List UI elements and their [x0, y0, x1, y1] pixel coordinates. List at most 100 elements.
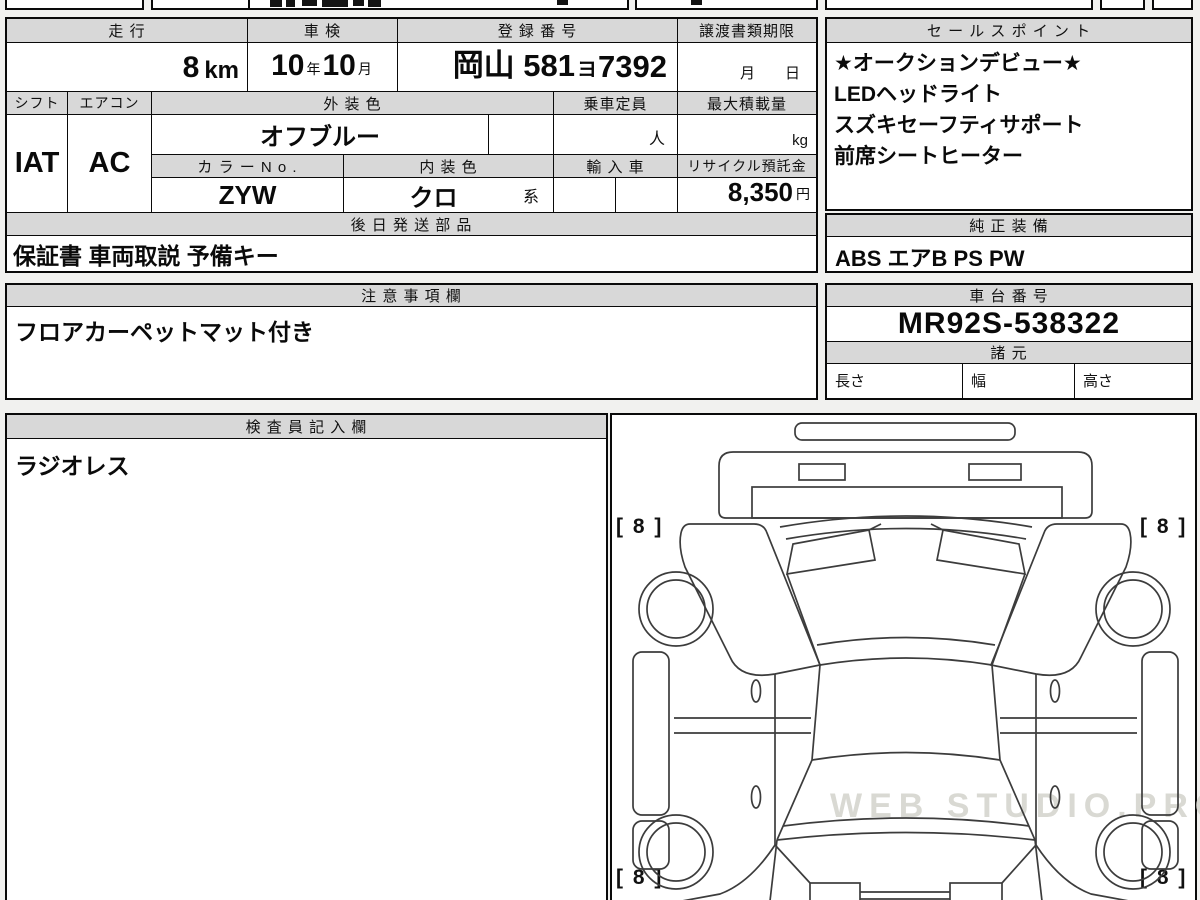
import-label: 輸 入 車 — [586, 158, 645, 176]
inspector-header: 検 査 員 記 入 欄 — [7, 415, 606, 439]
aircon-label: エアコン — [79, 95, 140, 111]
interior-color-label: 内 装 色 — [419, 158, 478, 176]
notes-label: 注 意 事 項 欄 — [361, 288, 462, 305]
interior-color-suffix: 系 — [522, 189, 539, 206]
transfer-deadline-value: 月 日 — [678, 43, 816, 92]
exterior-color-empty-cell — [489, 115, 554, 155]
vehicle-info-table: 走 行 車 検 登 録 番 号 譲渡書類期限 8 km 10 年 10 月 岡山… — [5, 17, 818, 273]
notes-header: 注 意 事 項 欄 — [7, 285, 816, 307]
max-load-label: 最大積載量 — [706, 95, 787, 113]
mileage-header-label: 走 行 — [108, 23, 146, 40]
shift-value-text: IAT — [14, 147, 60, 179]
sales-point-line: 前席シートヒーター — [834, 145, 1023, 168]
import-empty-cell-1 — [554, 178, 616, 213]
later-parts-label: 後 日 発 送 部 品 — [350, 216, 473, 234]
shift-header: シフト — [7, 92, 68, 115]
import-header: 輸 入 車 — [554, 155, 678, 178]
notes-value: フロアカーペットマット付き — [7, 307, 824, 347]
specs-label: 諸 元 — [990, 345, 1028, 362]
shift-value: IAT — [7, 115, 68, 213]
max-load-unit: kg — [792, 132, 808, 149]
aircon-header: エアコン — [68, 92, 152, 115]
registration-kana: ヨ — [577, 59, 598, 81]
later-parts-value: 保証書 車両取説 予備キー — [7, 236, 816, 271]
capacity-value: 人 — [554, 115, 678, 155]
capacity-header: 乗車定員 — [554, 92, 678, 115]
spec-height-label: 高さ — [1083, 373, 1114, 390]
registration-value: 岡山 581 ヨ 7392 — [398, 43, 678, 92]
spec-height-cell: 高さ — [1075, 364, 1191, 398]
notes-text: フロアカーペットマット付き — [15, 319, 314, 345]
shaken-month-unit: 月 — [357, 61, 372, 77]
genuine-equipment-label: 純 正 装 備 — [969, 218, 1049, 235]
clipped-row-cell — [825, 0, 1093, 10]
inspector-text: ラジオレス — [15, 453, 130, 479]
sales-point-line: スズキセーフティサポート — [834, 114, 1084, 137]
interior-color-value: クロ 系 — [344, 178, 554, 213]
inspector-box: 検 査 員 記 入 欄 ラジオレス — [5, 413, 608, 900]
later-parts-text: 保証書 車両取説 予備キー — [13, 242, 279, 269]
mileage-header: 走 行 — [7, 19, 248, 43]
exterior-color-value: オフブルー — [152, 115, 489, 155]
shaken-header-label: 車 検 — [303, 23, 342, 40]
mileage-number: 8 — [182, 51, 200, 84]
exterior-color-header: 外 装 色 — [152, 92, 554, 115]
recycle-header: リサイクル預託金 — [678, 155, 816, 178]
recycle-value: 8,350 円 — [678, 177, 816, 213]
capacity-unit: 人 — [648, 131, 665, 148]
spec-width-cell: 幅 — [963, 364, 1075, 398]
sales-points-list: ★オークションデビュー★ LEDヘッドライト スズキセーフティサポート 前席シー… — [827, 43, 1198, 172]
color-no-value: ZYW — [152, 178, 344, 213]
chassis-box: 車 台 番 号 MR92S-538322 諸 元 長さ 幅 高さ — [825, 283, 1193, 400]
clipped-row-cell — [151, 0, 629, 10]
transfer-deadline-label: 譲渡書類期限 — [698, 23, 795, 40]
transfer-day-unit: 日 — [784, 65, 800, 82]
sales-point-line: LEDヘッドライト — [834, 83, 1002, 106]
spec-width-label: 幅 — [971, 373, 987, 390]
specs-header: 諸 元 — [827, 342, 1191, 364]
shaken-value: 10 年 10 月 — [248, 43, 398, 92]
chassis-label: 車 台 番 号 — [969, 288, 1049, 305]
chassis-value: MR92S-538322 — [827, 307, 1191, 342]
genuine-equipment-text: ABS エアB PS PW — [835, 246, 1025, 271]
exterior-color-label: 外 装 色 — [323, 95, 382, 113]
shaken-year: 10 — [271, 49, 305, 82]
car-outline-diagram — [632, 422, 1179, 900]
later-parts-header: 後 日 発 送 部 品 — [7, 213, 816, 236]
clipped-row-cell — [1152, 0, 1193, 10]
transfer-deadline-header: 譲渡書類期限 — [678, 19, 816, 43]
mileage-unit: km — [204, 57, 239, 84]
color-no-text: ZYW — [218, 179, 277, 210]
shaken-header: 車 検 — [248, 19, 398, 43]
sales-points-header: セ ー ル ス ポ イ ン ト — [827, 19, 1191, 43]
chassis-header: 車 台 番 号 — [827, 285, 1191, 307]
exterior-color-text: オフブルー — [260, 124, 380, 151]
registration-number: 7392 — [598, 49, 667, 84]
import-empty-cell-2 — [616, 178, 678, 213]
capacity-label: 乗車定員 — [583, 95, 648, 113]
registration-header-label: 登 録 番 号 — [497, 23, 578, 40]
notes-box: 注 意 事 項 欄 フロアカーペットマット付き — [5, 283, 818, 400]
sales-points-label: セ ー ル ス ポ イ ン ト — [926, 23, 1092, 40]
spec-length-label: 長さ — [835, 373, 866, 390]
car-diagram-box: WEB STUDIO.PRO [8] [8] [8] [8] — [610, 413, 1200, 900]
registration-prefix: 岡山 581 — [452, 48, 576, 83]
clipped-row-cell — [5, 0, 144, 10]
sales-point-line: ★オークションデビュー★ — [834, 52, 1082, 75]
clipped-row-cell — [1100, 0, 1145, 10]
recycle-label: リサイクル預託金 — [687, 158, 807, 174]
aircon-value: AC — [68, 115, 152, 213]
shaken-year-unit: 年 — [306, 61, 321, 77]
auction-sheet: 走 行 車 検 登 録 番 号 譲渡書類期限 8 km 10 年 10 月 岡山… — [0, 0, 1200, 900]
sales-points-box: セ ー ル ス ポ イ ン ト ★オークションデビュー★ LEDヘッドライト ス… — [825, 17, 1193, 211]
shift-label: シフト — [14, 95, 60, 111]
inspector-label: 検 査 員 記 入 欄 — [245, 419, 368, 436]
genuine-equipment-box: 純 正 装 備 ABS エアB PS PW — [825, 213, 1193, 273]
genuine-equipment-header: 純 正 装 備 — [827, 215, 1191, 237]
recycle-amount: 8,350 — [727, 177, 793, 207]
genuine-equipment-value: ABS エアB PS PW — [827, 237, 1199, 273]
interior-color-header: 内 装 色 — [344, 155, 554, 178]
mileage-value: 8 km — [7, 43, 248, 92]
clipped-row-cell — [635, 0, 818, 10]
interior-color-text: クロ — [409, 184, 458, 212]
